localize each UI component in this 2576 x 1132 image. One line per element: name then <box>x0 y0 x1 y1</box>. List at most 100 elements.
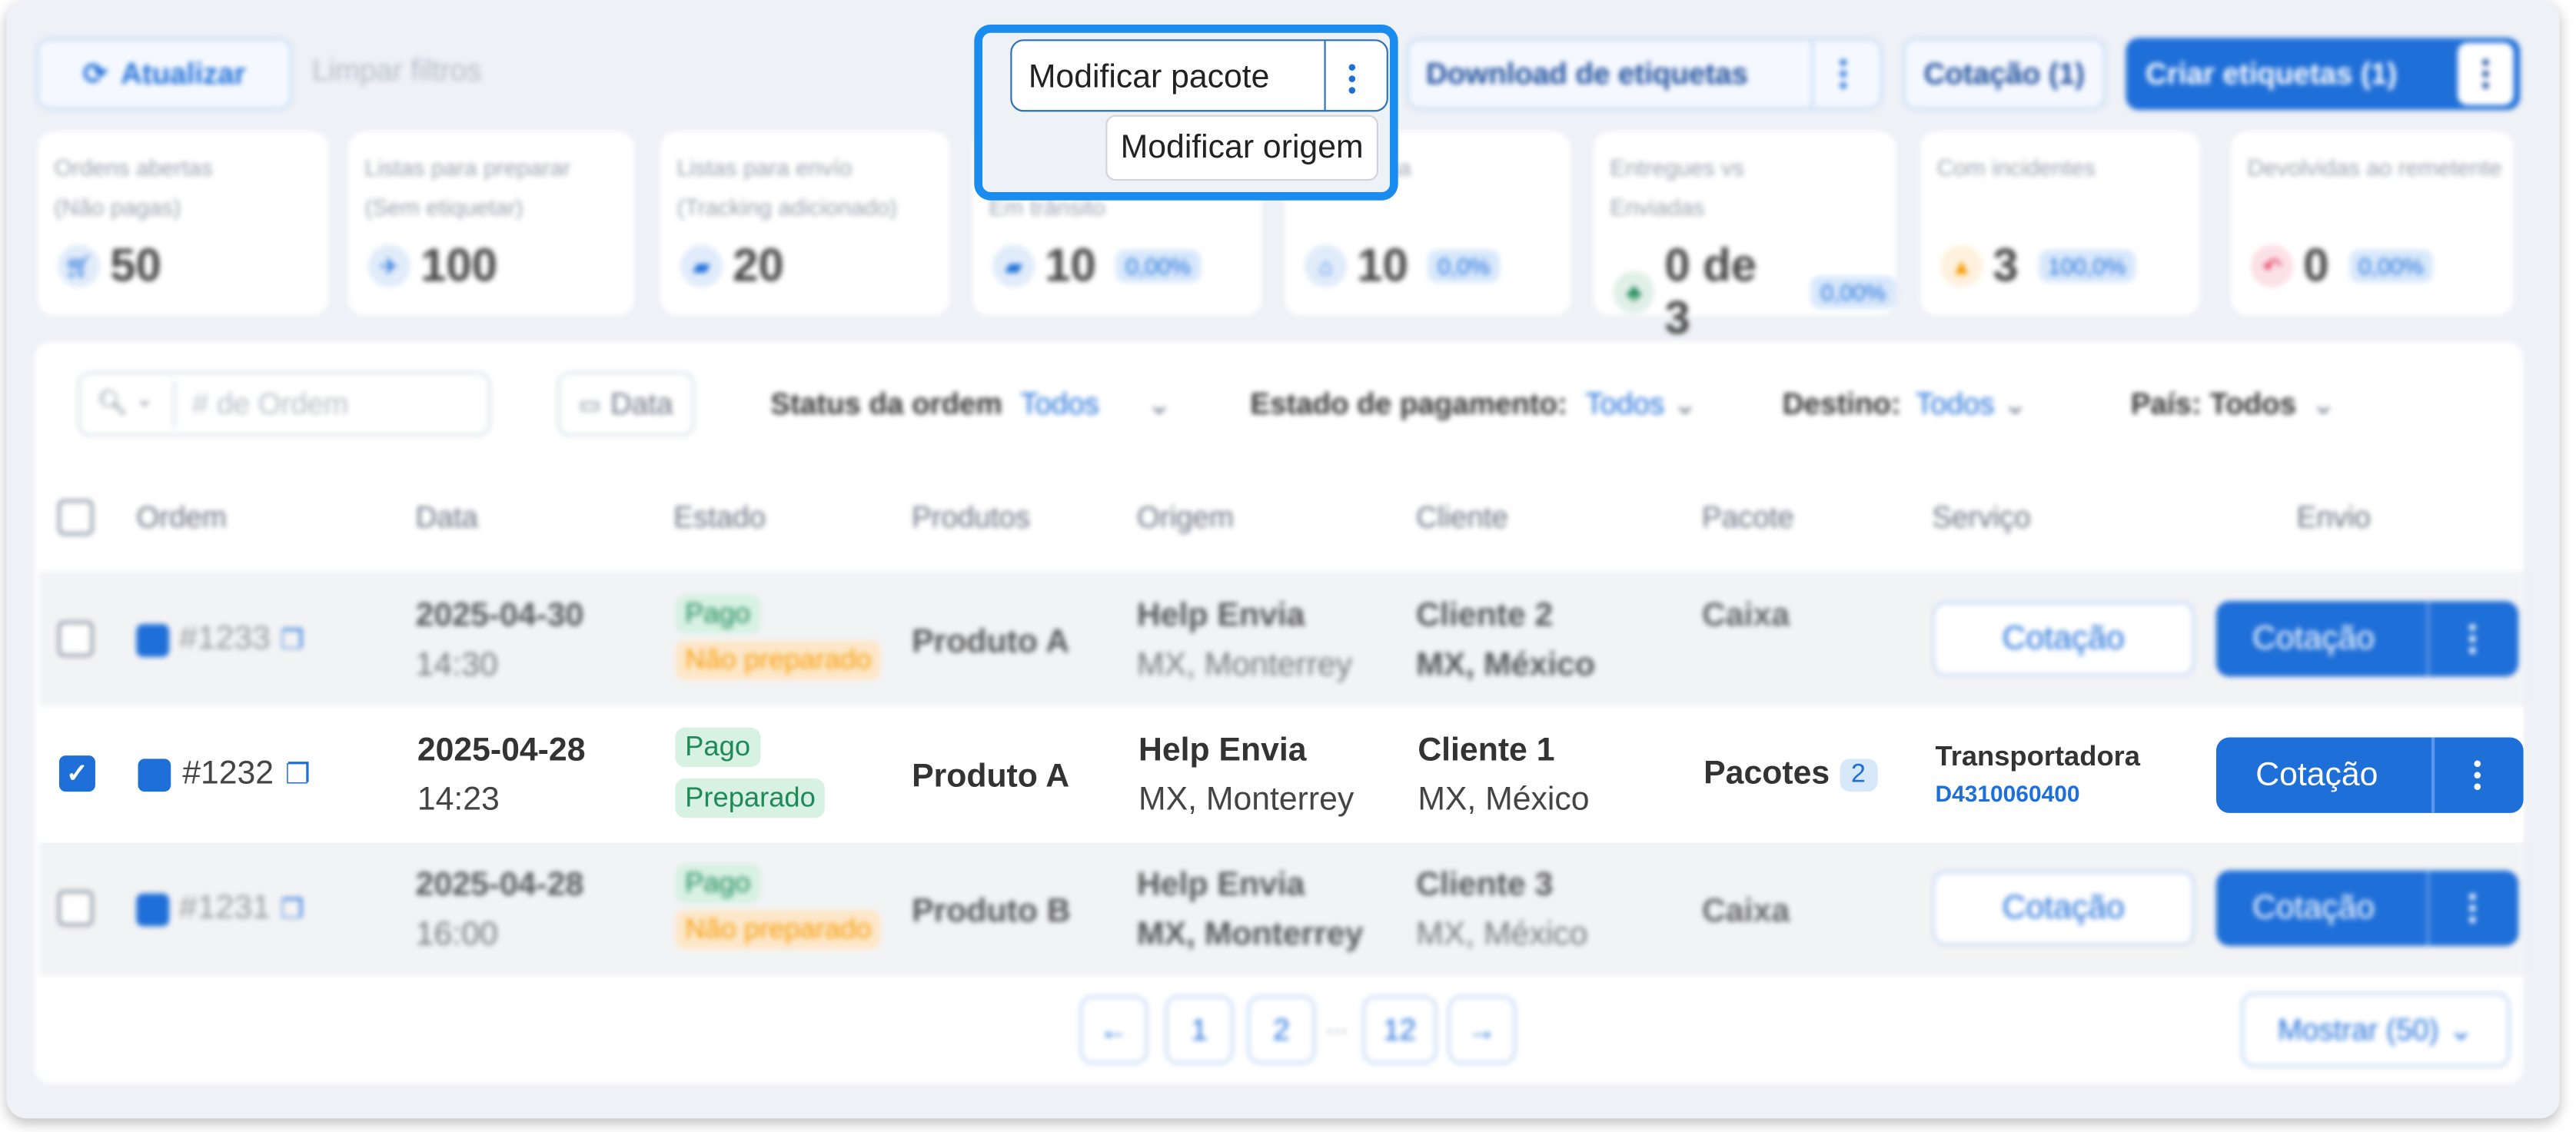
carrier-name: Transportadora <box>1935 740 2141 772</box>
stat-card[interactable]: Ordens abertas (Não pagas) 🛒︎ 50 <box>38 131 329 316</box>
ship-quote-button[interactable]: Cotação <box>2215 737 2524 813</box>
stat-card[interactable]: Com incidentes ▲ 3 100,0% <box>1920 131 2200 316</box>
create-labels-button[interactable]: Criar etiquetas (1) <box>2126 38 2521 111</box>
ship-quote-label: Cotação <box>2252 889 2375 926</box>
cart-icon: 🛒︎ <box>57 244 101 287</box>
column-header-client[interactable]: Cliente <box>1416 501 1508 536</box>
payment-status-filter[interactable]: Estado de pagamento: Todos ⌄ <box>1250 387 1697 422</box>
column-header-package[interactable]: Pacote <box>1702 501 1794 536</box>
package-count-badge: 2 <box>1839 758 1877 792</box>
copy-icon[interactable]: ❐ <box>281 893 304 926</box>
client-location: MX, México <box>1416 647 1595 684</box>
truck-icon: ▰ <box>680 244 723 287</box>
refresh-button[interactable]: ⟳ Atualizar <box>36 38 293 111</box>
row-checkbox[interactable] <box>57 890 94 927</box>
chevron-down-icon: ⌄ <box>1146 387 1172 421</box>
chevron-down-icon[interactable]: ⌄ <box>136 387 153 410</box>
stat-label-1: Ordens abertas <box>54 154 213 181</box>
stat-label-1: Listas para envío <box>676 154 853 181</box>
stat-card[interactable]: Listas para envío (Tracking adicionado) … <box>660 131 950 316</box>
destination-filter[interactable]: Destino: Todos ⌄ <box>1783 387 2028 422</box>
calendar-icon: ▭ <box>579 390 601 417</box>
table-row-selected[interactable]: ✓ #1232 ❐ 2025-04-28 14:23 Pago Preparad… <box>39 708 2524 843</box>
column-header-shipping[interactable]: Envio <box>2297 501 2371 536</box>
origin-location: MX, Monterrey <box>1136 916 1364 953</box>
modify-origin-menu-item[interactable]: Modificar origem <box>1105 115 1379 181</box>
order-number-input[interactable]: # de Ordem <box>192 387 348 422</box>
show-per-page-select[interactable]: Mostrar (50) ⌄ <box>2241 991 2511 1068</box>
download-labels-button[interactable]: Download de etiquetas <box>1406 38 1883 111</box>
destination-label: Destino: <box>1782 387 1901 421</box>
page-2-button[interactable]: 2 <box>1247 995 1316 1064</box>
table-row[interactable]: #1231 ❐ 2025-04-28 16:00 Pago Não prepar… <box>39 841 2524 976</box>
service-quote-button[interactable]: Cotação <box>1932 870 2195 946</box>
page-1-button[interactable]: 1 <box>1165 995 1234 1064</box>
return-icon: ↶ <box>2250 244 2294 287</box>
stat-value: 10 <box>1357 240 1408 291</box>
copy-icon[interactable]: ❐ <box>285 758 311 791</box>
next-page-button[interactable]: → <box>1447 995 1517 1064</box>
row-checkbox-checked[interactable]: ✓ <box>58 755 95 792</box>
payment-status-value: Todos <box>1585 387 1665 421</box>
row-checkbox[interactable] <box>57 620 94 657</box>
origin-name: Help Envia <box>1136 867 1305 904</box>
client-name: Cliente 1 <box>1418 732 1555 769</box>
order-search[interactable]: 🔍︎ ⌄ # de Ordem <box>77 370 491 437</box>
order-number[interactable]: #1232 <box>182 755 274 793</box>
refresh-label: Atualizar <box>121 56 246 90</box>
stat-percent: 0,00% <box>1115 249 1201 283</box>
prev-page-button[interactable]: ← <box>1079 995 1148 1064</box>
row-more-icon[interactable] <box>2474 760 2481 790</box>
preparation-badge: Preparado <box>675 778 826 818</box>
pagination-ellipsis: ... <box>1325 1011 1348 1040</box>
row-more-icon[interactable] <box>2469 624 2476 654</box>
column-header-status[interactable]: Estado <box>673 501 766 536</box>
stat-card[interactable]: Listas para preparar (Sem etiquetar) ✈︎ … <box>348 131 634 316</box>
payment-badge: Pago <box>675 727 760 768</box>
page-12-button[interactable]: 12 <box>1361 995 1438 1064</box>
clear-filters-link[interactable]: Limpar filtros <box>312 55 481 89</box>
ship-quote-label: Cotação <box>2252 619 2375 656</box>
create-labels-label: Criar etiquetas (1) <box>2146 56 2398 90</box>
package-type: Pacotes <box>1703 755 1830 792</box>
ship-quote-button[interactable]: Cotação <box>2215 870 2519 946</box>
stat-label-2: (Sem etiquetar) <box>364 194 524 221</box>
order-date: 2025-04-28 <box>417 732 586 769</box>
product-name: Produto A <box>912 624 1070 661</box>
date-filter-button[interactable]: ▭ Data <box>557 370 695 437</box>
service-quote-button[interactable]: Cotação <box>1932 601 2195 677</box>
stat-card[interactable]: Entregues vs Enviadas ♣︎ 0 de 3 0,00% <box>1593 131 1896 344</box>
order-color-square <box>138 758 171 792</box>
modify-package-button[interactable]: Modificar pacote <box>1010 39 1388 112</box>
more-options-icon[interactable] <box>1348 64 1356 94</box>
country-filter[interactable]: País: Todos ⌄ <box>2131 387 2336 422</box>
app-window: ⟳ Atualizar Limpar filtros Download de e… <box>6 0 2560 1119</box>
select-all-checkbox[interactable] <box>57 499 94 536</box>
column-header-products[interactable]: Produtos <box>912 501 1030 536</box>
column-header-date[interactable]: Data <box>416 501 478 536</box>
stat-label-2: Enviadas <box>1610 194 1705 221</box>
home-icon: ⌂ <box>1304 244 1348 287</box>
table-row[interactable]: #1233 ❐ 2025-04-30 14:30 Pago Não prepar… <box>39 571 2524 706</box>
order-status-filter[interactable]: Status da ordem Todos ⌄ <box>770 387 1172 422</box>
column-header-origin[interactable]: Origem <box>1137 501 1234 536</box>
client-location: MX, México <box>1418 782 1590 818</box>
order-time: 14:30 <box>415 647 498 684</box>
column-header-service[interactable]: Serviço <box>1932 501 2030 536</box>
stat-card[interactable]: Devolvidas ao remetente ↶ 0 0,00% <box>2231 131 2514 316</box>
download-more-icon[interactable] <box>1840 58 1847 89</box>
row-more-icon[interactable] <box>2469 893 2476 924</box>
client-location: MX, México <box>1416 916 1588 953</box>
order-number[interactable]: #1233 <box>179 621 271 659</box>
create-labels-more-icon[interactable] <box>2458 42 2514 105</box>
tracking-number-link[interactable]: D4310060400 <box>1936 780 2080 806</box>
ship-quote-button[interactable]: Cotação <box>2215 601 2519 677</box>
stat-value: 0 <box>2303 240 2329 291</box>
copy-icon[interactable]: ❐ <box>281 623 304 656</box>
quote-button[interactable]: Cotação (1) <box>1902 38 2106 111</box>
order-number[interactable]: #1231 <box>179 890 271 928</box>
column-header-order[interactable]: Ordem <box>136 501 227 536</box>
stat-value: 3 <box>1993 240 2019 291</box>
download-labels-label: Download de etiquetas <box>1426 56 1748 90</box>
refresh-icon: ⟳ <box>82 56 108 90</box>
